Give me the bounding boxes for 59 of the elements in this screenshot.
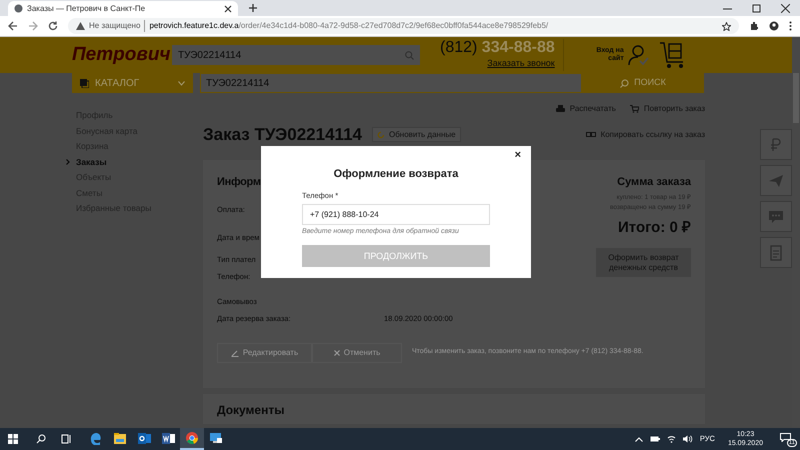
cancel-button[interactable]: Отменить <box>312 342 402 362</box>
back-icon[interactable] <box>8 21 18 31</box>
new-tab-icon[interactable] <box>248 3 258 13</box>
chevron-up-icon[interactable] <box>634 436 643 442</box>
documents-heading: Документы <box>217 402 286 416</box>
volume-icon[interactable] <box>682 435 693 443</box>
chevron-down-icon <box>178 80 185 86</box>
total-text: Итого: 0 ₽ <box>618 218 691 238</box>
browser-tab[interactable]: Заказы — Петрович в Санкт-Пе <box>8 1 238 16</box>
star-icon[interactable] <box>722 22 731 30</box>
order-title: Заказ ТУЭ02214114 <box>203 124 362 146</box>
security-label: Не защищено <box>89 20 140 32</box>
windows-icon[interactable] <box>8 434 18 444</box>
menu-icon[interactable] <box>789 21 792 31</box>
cart-icon <box>630 105 639 113</box>
extensions-icon[interactable] <box>749 21 759 31</box>
search-icon[interactable] <box>36 434 46 444</box>
app-icon <box>89 431 103 445</box>
pencil-icon <box>230 348 239 356</box>
search-field[interactable]: ТУЭ02214114 <box>172 45 420 65</box>
search-icon <box>620 78 630 88</box>
search-field[interactable]: ТУЭ02214114 <box>200 73 582 93</box>
task-view-icon[interactable] <box>61 434 71 444</box>
logo[interactable]: Петрович <box>72 40 172 70</box>
close-icon <box>334 350 340 356</box>
app-icon <box>113 431 127 445</box>
edit-button[interactable]: Редактировать <box>217 342 312 362</box>
close-icon[interactable] <box>224 4 232 12</box>
dialog-title: Оформление возврата <box>332 167 460 182</box>
catalog-button[interactable]: КАТАЛОГ <box>72 73 193 93</box>
reload-icon[interactable] <box>48 21 58 31</box>
link-icon <box>586 132 596 138</box>
address-bar[interactable]: Не защищено petrovich.feature1c.dev.a/order/4e34c1d4-b080-4a72-9d58-c27ed708d7c2/9ef68ec0bff0fa544ace8e798529feb5/ <box>68 18 739 34</box>
url-text: petrovich.feature1c.dev.a/order/4e34c1d4-b080-4a72-9d58-c27ed708d7c2/9ef68ec0bff0fa544ace8e798529feb5/ <box>144 20 548 32</box>
search-icon <box>405 50 414 60</box>
phone-number[interactable]: (812) 334-88-88 <box>440 39 555 58</box>
user-icon[interactable] <box>626 44 649 66</box>
callback-link[interactable]: Заказать звонок <box>487 57 555 71</box>
info-heading: Информ <box>217 174 261 190</box>
maximize-icon[interactable] <box>752 4 761 13</box>
refresh-icon <box>376 130 385 139</box>
sidebar-item[interactable]: Заказы <box>76 156 107 168</box>
app-icon <box>209 431 223 445</box>
chevron-right-icon <box>66 159 70 166</box>
cart-icon[interactable] <box>658 41 685 69</box>
app-icon <box>161 431 175 445</box>
battery-icon[interactable] <box>650 436 660 442</box>
message-icon <box>780 433 791 442</box>
app-icon <box>137 431 151 445</box>
wifi-icon[interactable] <box>666 435 676 443</box>
warning-icon <box>76 22 85 30</box>
summary-title: Сумма заказа <box>617 174 691 190</box>
app-icon <box>185 431 199 445</box>
profile-icon[interactable] <box>769 21 779 31</box>
refresh-button[interactable]: Обновить данные <box>372 127 461 142</box>
printer-icon <box>556 105 565 113</box>
search-button[interactable]: ПОИСК <box>582 73 704 93</box>
catalog-icon <box>80 78 89 88</box>
close-icon[interactable] <box>781 4 790 13</box>
